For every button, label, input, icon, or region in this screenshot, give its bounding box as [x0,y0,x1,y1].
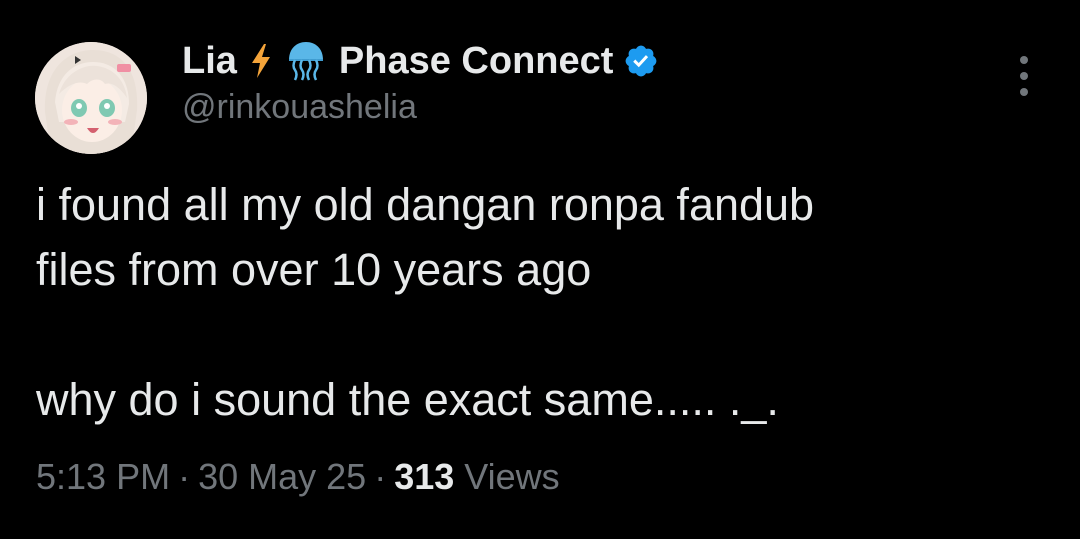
user-handle[interactable]: @rinkouashelia [182,88,659,127]
verified-badge-icon[interactable] [623,43,659,79]
avatar[interactable] [35,42,147,154]
affiliation-name[interactable]: Phase Connect [339,40,614,83]
views-label[interactable]: Views [464,456,559,497]
name-row: Lia Phase Connect [182,38,659,84]
display-name[interactable]: Lia [182,40,237,83]
views-count[interactable]: 313 [394,456,454,497]
lightning-bolt-icon [249,43,273,79]
tweet-meta: 5:13 PM · 30 May 25 · 313 Views [36,456,560,498]
tweet-header: Lia Phase Connect @rinkouashelia [182,38,659,138]
meta-separator: · [374,456,387,497]
more-options-icon[interactable] [1008,56,1040,96]
meta-separator: · [178,456,191,497]
more-dot [1020,88,1028,96]
tweet-text-line: i found all my old dangan ronpa fandub [36,179,815,230]
more-dot [1020,56,1028,64]
tweet-text-line: why do i sound the exact same..... ._. [36,374,779,425]
avatar-image [35,42,147,154]
jellyfish-icon [285,40,327,82]
tweet-time[interactable]: 5:13 PM [36,456,170,497]
more-dot [1020,72,1028,80]
paragraph-break [36,302,1046,367]
tweet-text-line: files from over 10 years ago [36,244,592,295]
tweet-card: Lia Phase Connect @rinkouashelia i found… [0,0,1080,539]
tweet-text: i found all my old dangan ronpa fandub f… [36,172,1046,432]
tweet-date[interactable]: 30 May 25 [198,456,366,497]
